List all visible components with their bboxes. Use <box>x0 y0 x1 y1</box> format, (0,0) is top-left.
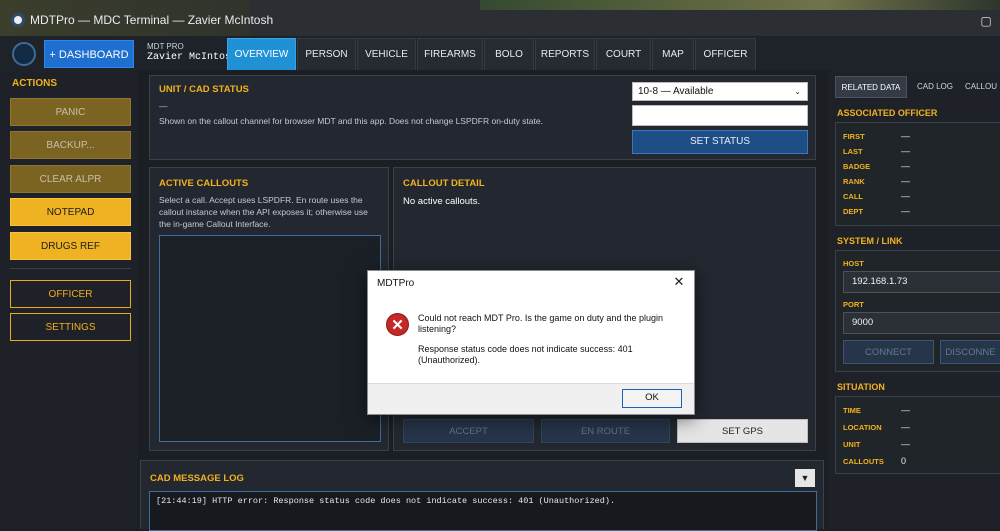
dialog-body: ✕ Could not reach MDT Pro. Is the game o… <box>368 297 694 383</box>
cad-log-panel: CAD MESSAGE LOG ▼ [21:44:19] HTTP error:… <box>140 460 824 531</box>
field-call-value: — <box>901 191 910 201</box>
tab-bolo[interactable]: BOLO <box>484 38 534 70</box>
system-link-title: SYSTEM / LINK <box>837 236 903 246</box>
ok-button[interactable]: OK <box>622 389 682 408</box>
panic-button[interactable]: PANIC <box>10 98 131 126</box>
collapse-log-icon[interactable]: ▼ <box>795 469 815 487</box>
field-last-label: LAST <box>843 147 863 156</box>
situation-time-value: — <box>901 405 910 415</box>
field-first-label: FIRST <box>843 132 865 141</box>
field-dept-value: — <box>901 206 910 216</box>
tab-person[interactable]: PERSON <box>297 38 356 70</box>
port-input[interactable]: 9000 <box>843 312 1000 334</box>
status-select-value: 10-8 — Available <box>638 86 714 97</box>
tab-callouts[interactable]: CALLOU <box>962 76 1000 98</box>
en-route-button[interactable]: EN ROUTE <box>541 419 670 443</box>
host-input[interactable]: 192.168.1.73 <box>843 271 1000 293</box>
close-icon[interactable]: ✕ <box>670 274 688 290</box>
tab-cad-log[interactable]: CAD LOG <box>910 76 960 98</box>
dialog-title: MDTPro <box>377 278 415 289</box>
backup-button[interactable]: BACKUP... <box>10 131 131 159</box>
settings-button[interactable]: SETTINGS <box>10 313 131 341</box>
connect-button[interactable]: CONNECT <box>843 340 934 364</box>
notepad-button[interactable]: NOTEPAD <box>10 198 131 226</box>
tab-officer[interactable]: OFFICER <box>695 38 756 70</box>
dashboard-button[interactable]: + DASHBOARD <box>44 40 134 68</box>
active-callouts-description: Select a call. Accept uses LSPDFR. En ro… <box>159 195 368 229</box>
dialog-message-primary: Could not reach MDT Pro. Is the game on … <box>418 313 663 334</box>
cad-log-box: [21:44:19] HTTP error: Response status c… <box>149 491 817 531</box>
error-icon: ✕ <box>386 313 409 336</box>
field-first-value: — <box>901 131 910 141</box>
error-dialog: MDTPro ✕ ✕ Could not reach MDT Pro. Is t… <box>367 270 695 415</box>
sidebar-divider <box>10 268 131 269</box>
situation-callouts-value: 0 <box>901 456 907 466</box>
dialog-message-detail: Response status code does not indicate s… <box>418 344 633 365</box>
tab-reports[interactable]: REPORTS <box>535 38 595 70</box>
status-custom-input[interactable] <box>632 105 808 126</box>
dialog-footer: OK <box>368 383 694 414</box>
situation-location-value: — <box>901 422 910 432</box>
user-label: MDT PRO <box>147 42 184 51</box>
situation-unit-value: — <box>901 439 910 449</box>
callout-detail-title: CALLOUT DETAIL <box>403 178 485 189</box>
tab-overview[interactable]: OVERVIEW <box>227 38 296 70</box>
window-title: MDTPro — MDC Terminal — Zavier McIntosh <box>30 13 274 27</box>
user-name: Zavier McIntosh <box>147 52 238 63</box>
actions-sidebar: ACTIONS PANIC BACKUP... CLEAR ALPR NOTEP… <box>0 70 138 529</box>
accept-button[interactable]: ACCEPT <box>403 419 534 443</box>
host-label: HOST <box>843 259 864 268</box>
field-rank-label: RANK <box>843 177 865 186</box>
officer-button[interactable]: OFFICER <box>10 280 131 308</box>
unit-status-panel: UNIT / CAD STATUS — Shown on the callout… <box>149 75 816 160</box>
associated-officer-title: ASSOCIATED OFFICER <box>837 108 938 118</box>
callouts-list[interactable] <box>159 235 381 442</box>
field-dept-label: DEPT <box>843 207 864 216</box>
mdt-logo-icon <box>12 42 36 66</box>
callout-detail-text: No active callouts. <box>403 196 481 207</box>
unit-status-title: UNIT / CAD STATUS <box>159 84 249 95</box>
clear-alpr-button[interactable]: CLEAR ALPR <box>10 165 131 193</box>
tab-related-data[interactable]: RELATED DATA <box>835 76 907 98</box>
titlebar-backdrop <box>480 0 1000 10</box>
situation-location-label: LOCATION <box>843 423 882 432</box>
situation-callouts-label: CALLOUTS <box>843 457 884 466</box>
top-nav: + DASHBOARD MDT PRO Zavier McIntosh OVER… <box>0 36 1000 70</box>
set-gps-button[interactable]: SET GPS <box>677 419 808 443</box>
set-status-button[interactable]: SET STATUS <box>632 130 808 154</box>
port-label: PORT <box>843 300 864 309</box>
app-icon <box>11 13 25 27</box>
unit-status-description: Shown on the callout channel for browser… <box>159 116 543 126</box>
tab-firearms[interactable]: FIREARMS <box>417 38 483 70</box>
field-call-label: CALL <box>843 192 863 201</box>
field-rank-value: — <box>901 176 910 186</box>
situation-title: SITUATION <box>837 382 885 392</box>
field-badge-label: BADGE <box>843 162 871 171</box>
unit-status-dash: — <box>159 101 168 111</box>
cad-log-line: [21:44:19] HTTP error: Response status c… <box>156 496 616 506</box>
field-badge-value: — <box>901 161 910 171</box>
field-last-value: — <box>901 146 910 156</box>
cad-log-title: CAD MESSAGE LOG <box>150 473 244 484</box>
tab-map[interactable]: MAP <box>652 38 694 70</box>
status-select[interactable]: 10-8 — Available ⌄ <box>632 82 808 101</box>
active-callouts-panel: ACTIVE CALLOUTS Select a call. Accept us… <box>149 167 389 451</box>
tab-court[interactable]: COURT <box>596 38 651 70</box>
disconnect-button[interactable]: DISCONNE <box>940 340 1000 364</box>
situation-time-label: TIME <box>843 406 861 415</box>
actions-heading: ACTIONS <box>12 78 57 89</box>
user-info: MDT PRO Zavier McIntosh <box>147 42 237 63</box>
situation-unit-label: UNIT <box>843 440 861 449</box>
drugs-ref-button[interactable]: DRUGS REF <box>10 232 131 260</box>
tab-vehicle[interactable]: VEHICLE <box>357 38 416 70</box>
active-callouts-title: ACTIVE CALLOUTS <box>159 178 249 189</box>
chevron-down-icon: ⌄ <box>794 87 801 96</box>
restore-icon[interactable]: ▢ <box>966 10 1000 32</box>
